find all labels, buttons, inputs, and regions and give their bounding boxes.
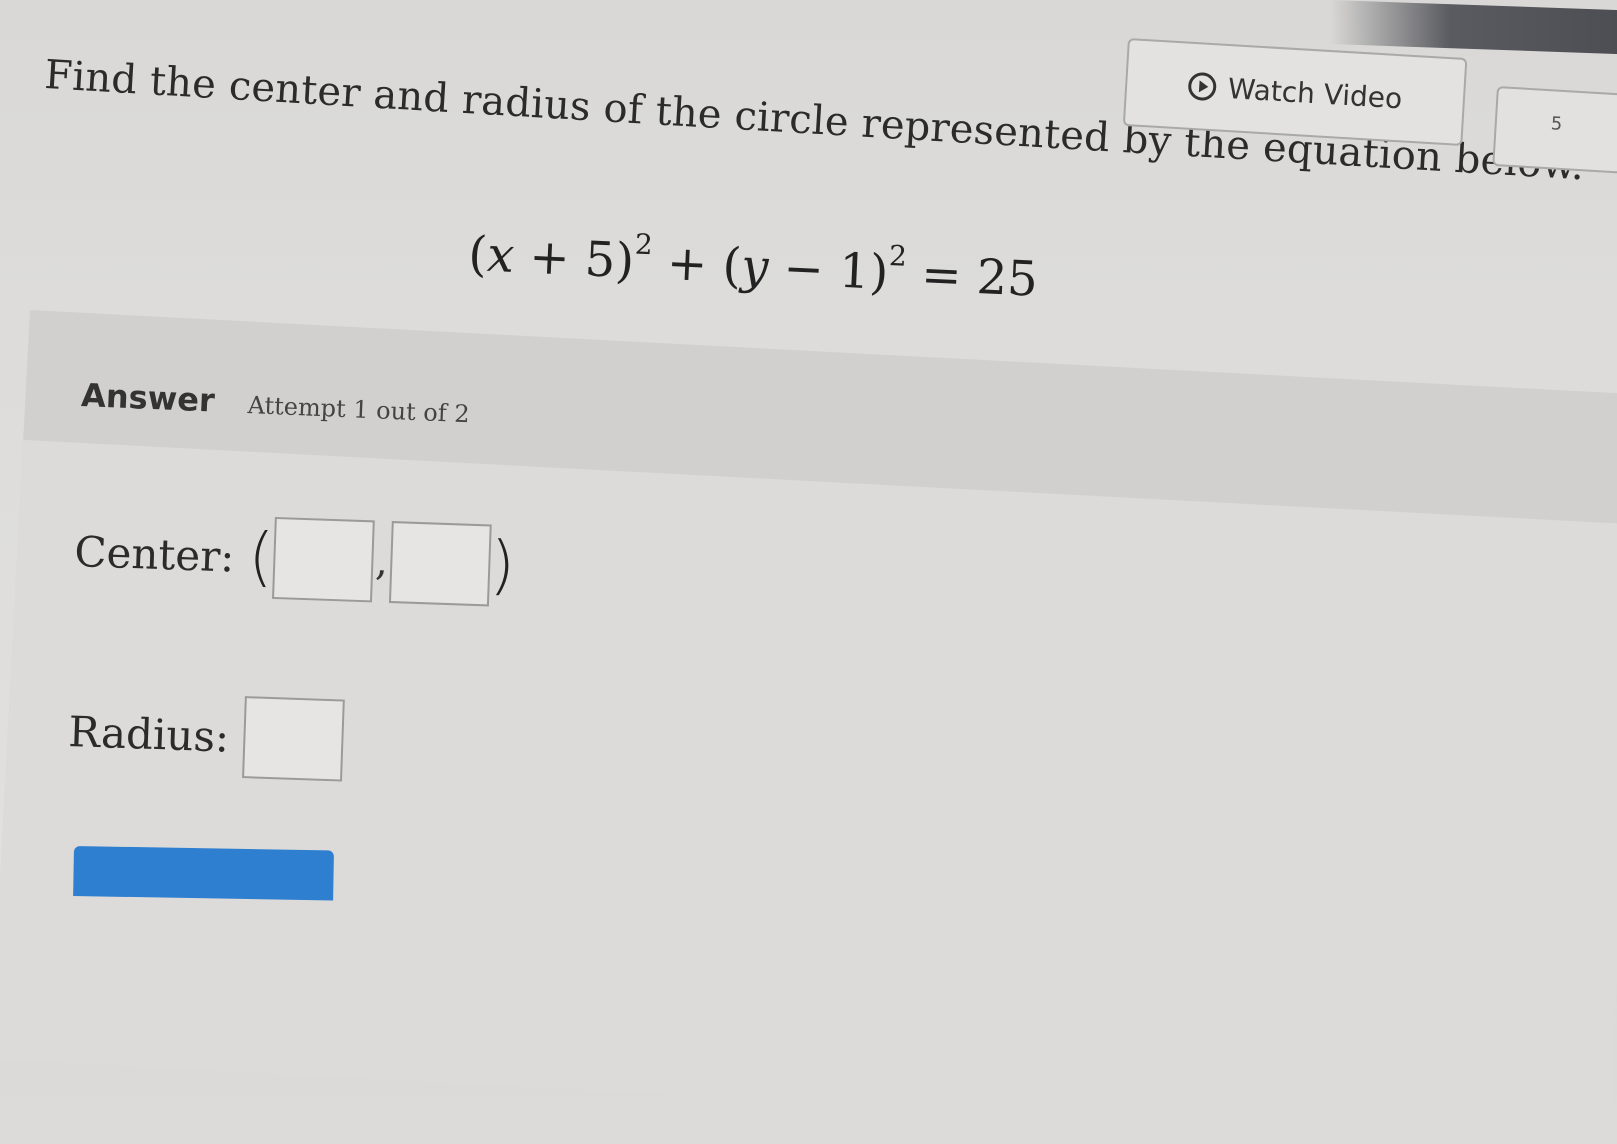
play-circle-icon [1187,71,1217,102]
center-y-input[interactable] [388,521,492,607]
eq-exponent-2: 2 [888,239,908,273]
center-label: Center: [73,526,236,582]
radius-label: Radius: [67,706,231,762]
top-bar [1330,0,1617,55]
center-row: Center: ( , ) [73,510,516,607]
center-comma: , [374,538,389,585]
answer-label: Answer [80,376,216,420]
circle-equation: (x + 5)2 + (y − 1)2 = 25 [467,220,1039,308]
side-button-label: 5 [1550,113,1563,135]
eq-plus-term: + 5) [512,228,636,290]
eq-minus-term: − 1) [767,239,890,301]
center-x-input[interactable] [272,516,375,603]
submit-answer-button[interactable] [73,846,334,901]
side-button[interactable]: 5 [1492,86,1617,174]
center-open-paren: ( [247,520,275,595]
eq-var-y: y [740,238,770,296]
eq-exponent-1: 2 [634,227,654,262]
radius-row: Radius: [67,690,345,782]
center-close-paren: ) [488,528,517,604]
eq-var-x: x [485,226,516,285]
eq-middle: + ( [650,234,743,295]
eq-rhs: = 25 [904,245,1040,308]
radius-input[interactable] [241,696,345,782]
watch-video-label: Watch Video [1226,71,1404,115]
